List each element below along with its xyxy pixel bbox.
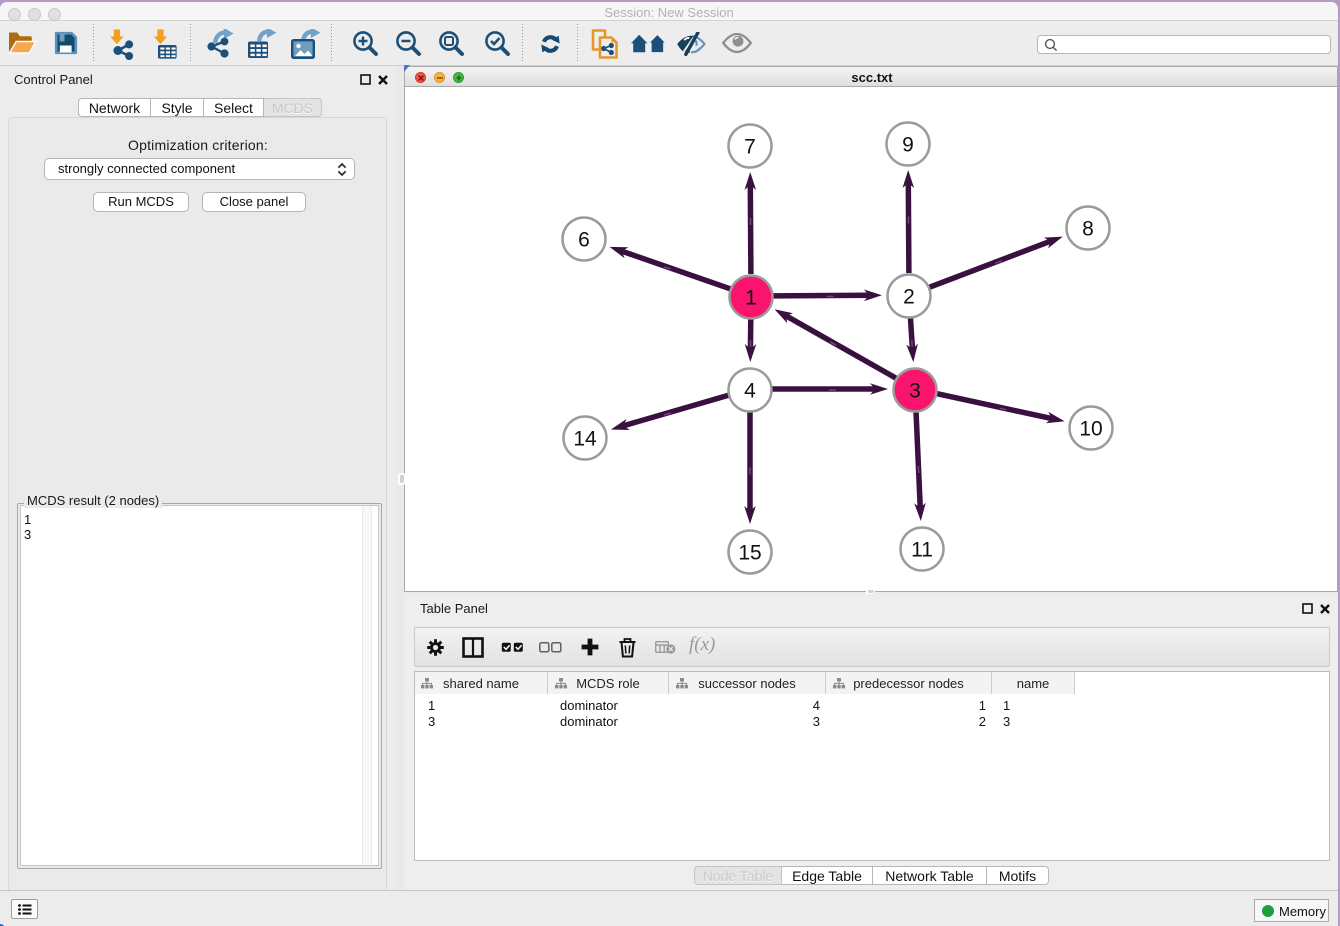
svg-text:15: 15: [738, 542, 761, 565]
svg-text:6: 6: [578, 229, 590, 252]
svg-text:1: 1: [745, 287, 757, 310]
svg-text:3: 3: [909, 380, 921, 403]
svg-text:8: 8: [1082, 218, 1094, 241]
svg-text:9: 9: [902, 134, 914, 157]
svg-text:7: 7: [744, 136, 756, 159]
svg-text:2: 2: [903, 286, 915, 309]
svg-text:14: 14: [573, 428, 597, 451]
svg-text:10: 10: [1079, 418, 1102, 441]
svg-text:4: 4: [744, 380, 756, 403]
svg-text:11: 11: [911, 539, 933, 562]
